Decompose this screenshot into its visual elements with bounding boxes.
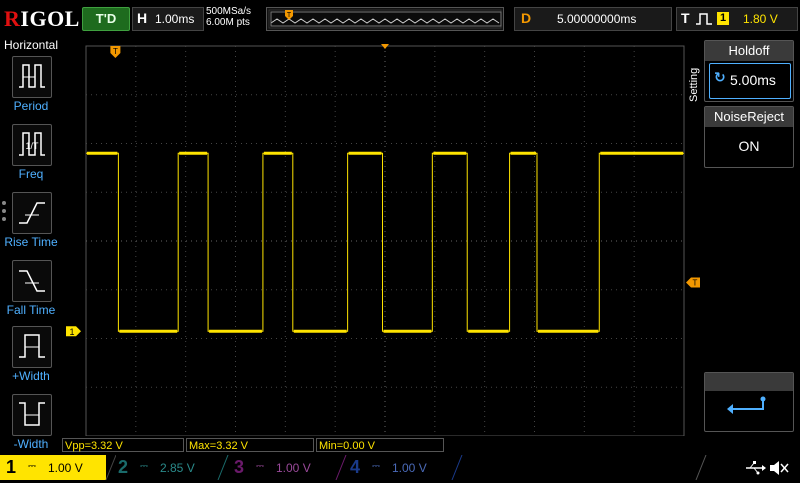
holdoff-title: Holdoff [705, 41, 793, 61]
holdoff-value: 5.00ms [730, 72, 776, 88]
trigger-level-marker[interactable]: T [686, 277, 700, 288]
channel-1-tab[interactable]: 1 ⎓ 1.00 V [0, 455, 106, 480]
usb-icon [746, 461, 766, 475]
rise-time-icon [12, 192, 52, 234]
channel-1-offset-label: 1 [69, 327, 74, 337]
system-status-icons [704, 458, 798, 478]
menu-item-label: +Width [12, 369, 50, 383]
channel-2-tab[interactable]: 2 ⎓ 2.85 V [112, 455, 222, 480]
channel-3-tab[interactable]: 3 ⎓ 1.00 V [228, 455, 340, 480]
measurement-vpp[interactable]: Vpp=3.32 V [62, 438, 184, 452]
negative-width-icon [12, 394, 52, 436]
return-button[interactable] [704, 372, 794, 432]
setting-label: Setting [688, 67, 700, 102]
channel-scale: 1.00 V [276, 461, 311, 475]
channel-4-tab[interactable]: 4 ⎓ 1.00 V [344, 455, 456, 480]
menu-item-label: Fall Time [6, 303, 56, 317]
timebase-value: 1.00ms [155, 12, 195, 26]
rigol-logo: RIGOL [4, 6, 80, 32]
setting-tab: Setting [686, 44, 704, 104]
return-arrow-icon [727, 396, 766, 414]
memory-map-graphic: T [268, 9, 502, 29]
dc-coupling-icon: ⎓ [28, 461, 36, 472]
channel-number: 1 [6, 457, 17, 477]
menu-item-label: Rise Time [4, 235, 58, 249]
acquisition-info: 500MSa/s 6.00M pts [206, 6, 251, 28]
svg-text:1/T: 1/T [25, 141, 39, 151]
menu-item-period[interactable]: Period [0, 56, 62, 116]
measurement-min[interactable]: Min=0.00 V [316, 438, 444, 452]
menu-item-rise-time[interactable]: Rise Time [0, 192, 62, 252]
menu-item-label: Freq [18, 167, 44, 181]
channel-scale: 1.00 V [392, 461, 427, 475]
return-header [705, 373, 793, 391]
timebase-key: H [137, 10, 148, 26]
delay-value: 5.00000000ms [557, 12, 637, 26]
menu-item-freq[interactable]: 1/T Freq [0, 124, 62, 184]
timebase-box[interactable]: H 1.00ms [132, 7, 204, 31]
waveform-display[interactable]: 1 T T [64, 38, 702, 436]
channel-number: 2 [118, 457, 129, 477]
channel-scale: 2.85 V [160, 461, 195, 475]
memory-depth: 6.00M pts [206, 17, 250, 28]
trigger-level: 1.80 V [743, 12, 778, 26]
rotate-knob-icon: ↻ [714, 70, 726, 86]
noise-reject-button[interactable]: NoiseReject ON [704, 106, 794, 168]
channel-1-offset-marker[interactable]: 1 [66, 326, 81, 337]
channel-number: 4 [350, 457, 361, 477]
menu-title: Horizontal [3, 38, 59, 52]
measurement-max[interactable]: Max=3.32 V [186, 438, 314, 452]
delay-key: D [521, 10, 532, 26]
channel-scale: 1.00 V [48, 461, 83, 475]
sample-rate: 500MSa/s [206, 6, 252, 17]
trigger-delay-box[interactable]: D 5.00000000ms [514, 7, 672, 31]
frequency-measure-icon: 1/T [12, 124, 52, 166]
menu-item-positive-width[interactable]: +Width [0, 326, 62, 386]
holdoff-value-field[interactable]: ↻ 5.00ms [709, 63, 791, 99]
dc-coupling-icon: ⎓ [372, 461, 380, 472]
trigger-key: T [681, 10, 690, 26]
trigger-level-label: T [693, 278, 698, 287]
channel-number: 3 [234, 457, 245, 477]
positive-width-icon [12, 326, 52, 368]
menu-item-label: Period [13, 99, 49, 113]
speaker-muted-icon [770, 461, 789, 475]
menu-item-label: -Width [13, 437, 49, 451]
pulse-trigger-icon [696, 13, 712, 25]
dc-coupling-icon: ⎓ [140, 461, 148, 472]
tab-separator [451, 455, 463, 480]
trigger-source-badge: 1 [717, 12, 729, 25]
trigger-status-box[interactable]: T 1 1.80 V [676, 7, 798, 31]
period-measure-icon [12, 56, 52, 98]
logo-letter-r: R [4, 6, 21, 31]
noise-reject-value: ON [738, 138, 760, 154]
svg-text:T: T [287, 12, 292, 19]
dc-coupling-icon: ⎓ [256, 461, 264, 472]
fall-time-icon [12, 260, 52, 302]
trigger-position-label: T [113, 47, 118, 56]
logo-rest: IGOL [20, 6, 80, 31]
menu-item-fall-time[interactable]: Fall Time [0, 260, 62, 320]
menu-item-negative-width[interactable]: -Width [0, 394, 62, 454]
run-state-badge[interactable]: T'D [82, 7, 130, 31]
memory-map-bar: T [266, 7, 504, 31]
holdoff-button[interactable]: Holdoff ↻ 5.00ms [704, 40, 794, 102]
noise-reject-title: NoiseReject [705, 107, 793, 127]
